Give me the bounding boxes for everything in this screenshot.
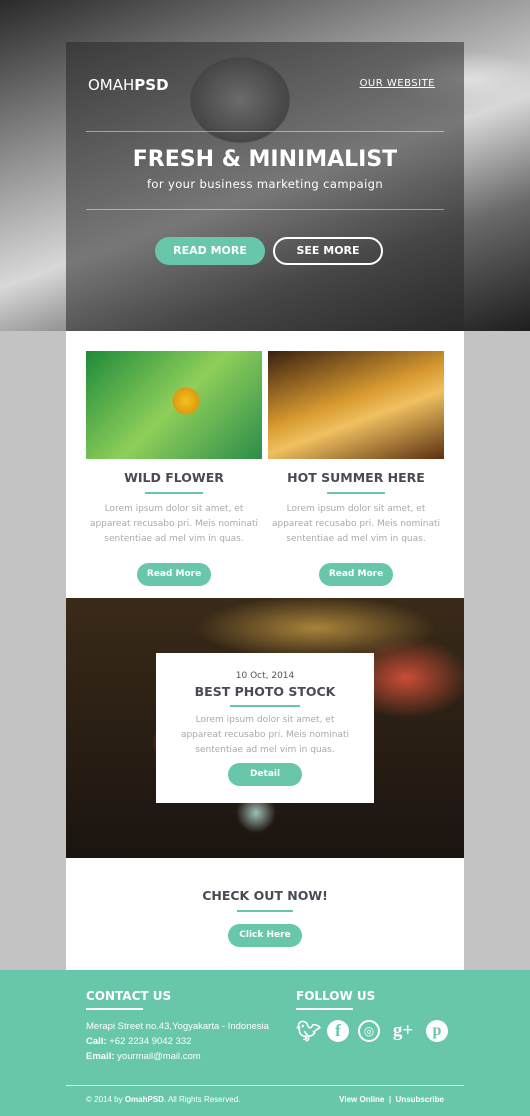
footer: CONTACT US Merapi Street no.43,Yogyakart… xyxy=(0,970,530,1116)
twitter-icon[interactable]: 🐦︎ xyxy=(296,1020,321,1042)
divider xyxy=(86,131,444,132)
view-online-link[interactable]: View Online xyxy=(339,1095,384,1104)
underline xyxy=(237,910,293,912)
cta-section: CHECK OUT NOW! Click Here xyxy=(66,858,464,970)
google-plus-icon[interactable]: g+ xyxy=(389,1020,417,1042)
underline xyxy=(230,705,300,707)
cta-title: CHECK OUT NOW! xyxy=(202,888,328,903)
read-more-button[interactable]: READ MORE xyxy=(155,237,265,265)
divider xyxy=(86,209,444,210)
flower-image xyxy=(86,351,262,459)
click-here-button[interactable]: Click Here xyxy=(228,924,302,947)
phone: +62 2234 9042 332 xyxy=(109,1036,192,1047)
copyright-post: . All Rights Reserved. xyxy=(163,1095,241,1104)
unsubscribe-link[interactable]: Unsubscribe xyxy=(396,1095,444,1104)
read-more-button[interactable]: Read More xyxy=(319,563,393,586)
logo-light: OMAH xyxy=(88,76,135,94)
summer-image xyxy=(268,351,444,459)
email-label: Email: xyxy=(86,1051,115,1062)
feature-date: 10 Oct, 2014 xyxy=(235,671,295,681)
see-more-button[interactable]: SEE MORE xyxy=(273,237,383,265)
contact-title: CONTACT US xyxy=(86,989,172,1003)
card-title: HOT SUMMER HERE xyxy=(287,470,425,485)
contact-info: Merapi Street no.43,Yogyakarta - Indones… xyxy=(86,1019,269,1064)
underline xyxy=(327,492,385,494)
logo-bold: PSD xyxy=(134,76,169,94)
our-website-link[interactable]: OUR WEBSITE xyxy=(360,78,435,89)
feature-text: Lorem ipsum dolor sit amet, et appareat … xyxy=(180,715,350,755)
copyright-pre: © 2014 by xyxy=(86,1095,125,1104)
copyright-brand: OmahPSD xyxy=(124,1095,164,1104)
follow-title: FOLLOW US xyxy=(296,989,376,1003)
underline xyxy=(145,492,203,494)
social-icons: 🐦︎ f ◎ g+ p xyxy=(296,1020,448,1042)
card-text: Lorem ipsum dolor sit amet, et appareat … xyxy=(89,504,259,544)
copyright: © 2014 by OmahPSD. All Rights Reserved. xyxy=(86,1095,240,1104)
call-label: Call: xyxy=(86,1036,107,1047)
card-text: Lorem ipsum dolor sit amet, et appareat … xyxy=(271,504,441,544)
hero-subtitle: for your business marketing campaign xyxy=(146,177,384,191)
dribbble-icon[interactable]: ◎ xyxy=(358,1020,380,1042)
separator: | xyxy=(388,1095,392,1104)
feature-background: 10 Oct, 2014 BEST PHOTO STOCK Lorem ipsu… xyxy=(66,598,464,858)
underline xyxy=(86,1008,143,1010)
card-wild-flower: WILD FLOWER Lorem ipsum dolor sit amet, … xyxy=(86,351,262,586)
facebook-icon[interactable]: f xyxy=(327,1020,349,1042)
footer-links: View Online | Unsubscribe xyxy=(339,1095,444,1104)
read-more-button[interactable]: Read More xyxy=(137,563,211,586)
card-hot-summer: HOT SUMMER HERE Lorem ipsum dolor sit am… xyxy=(268,351,444,586)
detail-button[interactable]: Detail xyxy=(228,763,302,786)
cards-section: WILD FLOWER Lorem ipsum dolor sit amet, … xyxy=(66,331,464,598)
feature-box: 10 Oct, 2014 BEST PHOTO STOCK Lorem ipsu… xyxy=(156,653,374,803)
email[interactable]: yourmail@mail.com xyxy=(117,1051,201,1062)
logo[interactable]: OMAHPSD xyxy=(88,76,169,94)
pinterest-icon[interactable]: p xyxy=(426,1020,448,1042)
hero-title: FRESH & MINIMALIST xyxy=(132,147,398,172)
underline xyxy=(296,1008,353,1010)
card-title: WILD FLOWER xyxy=(124,470,224,485)
address: Merapi Street no.43,Yogyakarta - Indones… xyxy=(86,1021,269,1032)
feature-title: BEST PHOTO STOCK xyxy=(194,684,336,699)
divider xyxy=(66,1085,464,1086)
hero-panel: OMAHPSD OUR WEBSITE FRESH & MINIMALIST f… xyxy=(66,42,464,331)
